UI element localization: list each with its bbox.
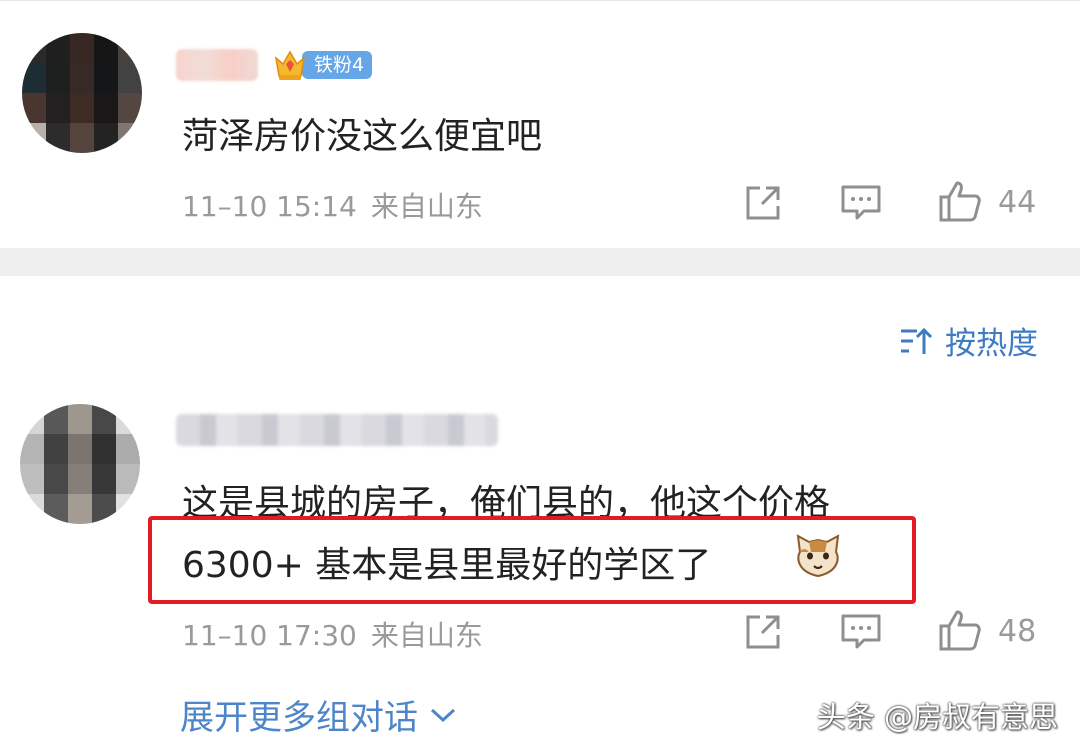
location: 来自山东 (370, 190, 483, 223)
sort-toggle[interactable]: 按热度 (899, 318, 1038, 363)
chevron-down-icon (430, 708, 456, 722)
location: 来自山东 (370, 619, 483, 652)
like-count: 44 (998, 185, 1037, 220)
sort-icon (901, 327, 933, 354)
share-icon[interactable] (744, 184, 784, 226)
avatar[interactable] (22, 33, 142, 153)
badge-label: 铁粉4 (302, 51, 373, 79)
reply-icon[interactable] (840, 613, 882, 655)
comment-meta: 11–10 17:30 来自山东 (182, 614, 483, 654)
watermark: 头条 @房叔有意思 (816, 700, 1058, 734)
expand-conversation-link[interactable]: 展开更多组对话 (180, 690, 458, 739)
comment-card-1: 铁粉4 菏泽房价没这么便宜吧 11–10 15:14 来自山东 44 (0, 0, 1080, 249)
timestamp: 11–10 15:14 (182, 190, 357, 223)
like-icon[interactable] (938, 608, 982, 656)
comment-meta: 11–10 15:14 来自山东 (182, 185, 483, 225)
sort-label: 按热度 (945, 326, 1038, 362)
highlight-box (148, 516, 916, 604)
like-icon[interactable] (938, 179, 982, 227)
expand-label: 展开更多组对话 (180, 698, 418, 738)
reply-icon[interactable] (840, 184, 882, 226)
username-blurred[interactable] (176, 49, 258, 81)
fan-badge[interactable]: 铁粉4 (272, 47, 373, 83)
timestamp: 11–10 17:30 (182, 619, 357, 652)
crown-icon (272, 48, 308, 82)
like-count: 48 (998, 614, 1037, 649)
username-blurred[interactable] (176, 414, 498, 446)
share-icon[interactable] (744, 613, 784, 655)
divider (0, 248, 1080, 276)
comment-text: 菏泽房价没这么便宜吧 (182, 116, 543, 157)
avatar[interactable] (20, 404, 140, 524)
